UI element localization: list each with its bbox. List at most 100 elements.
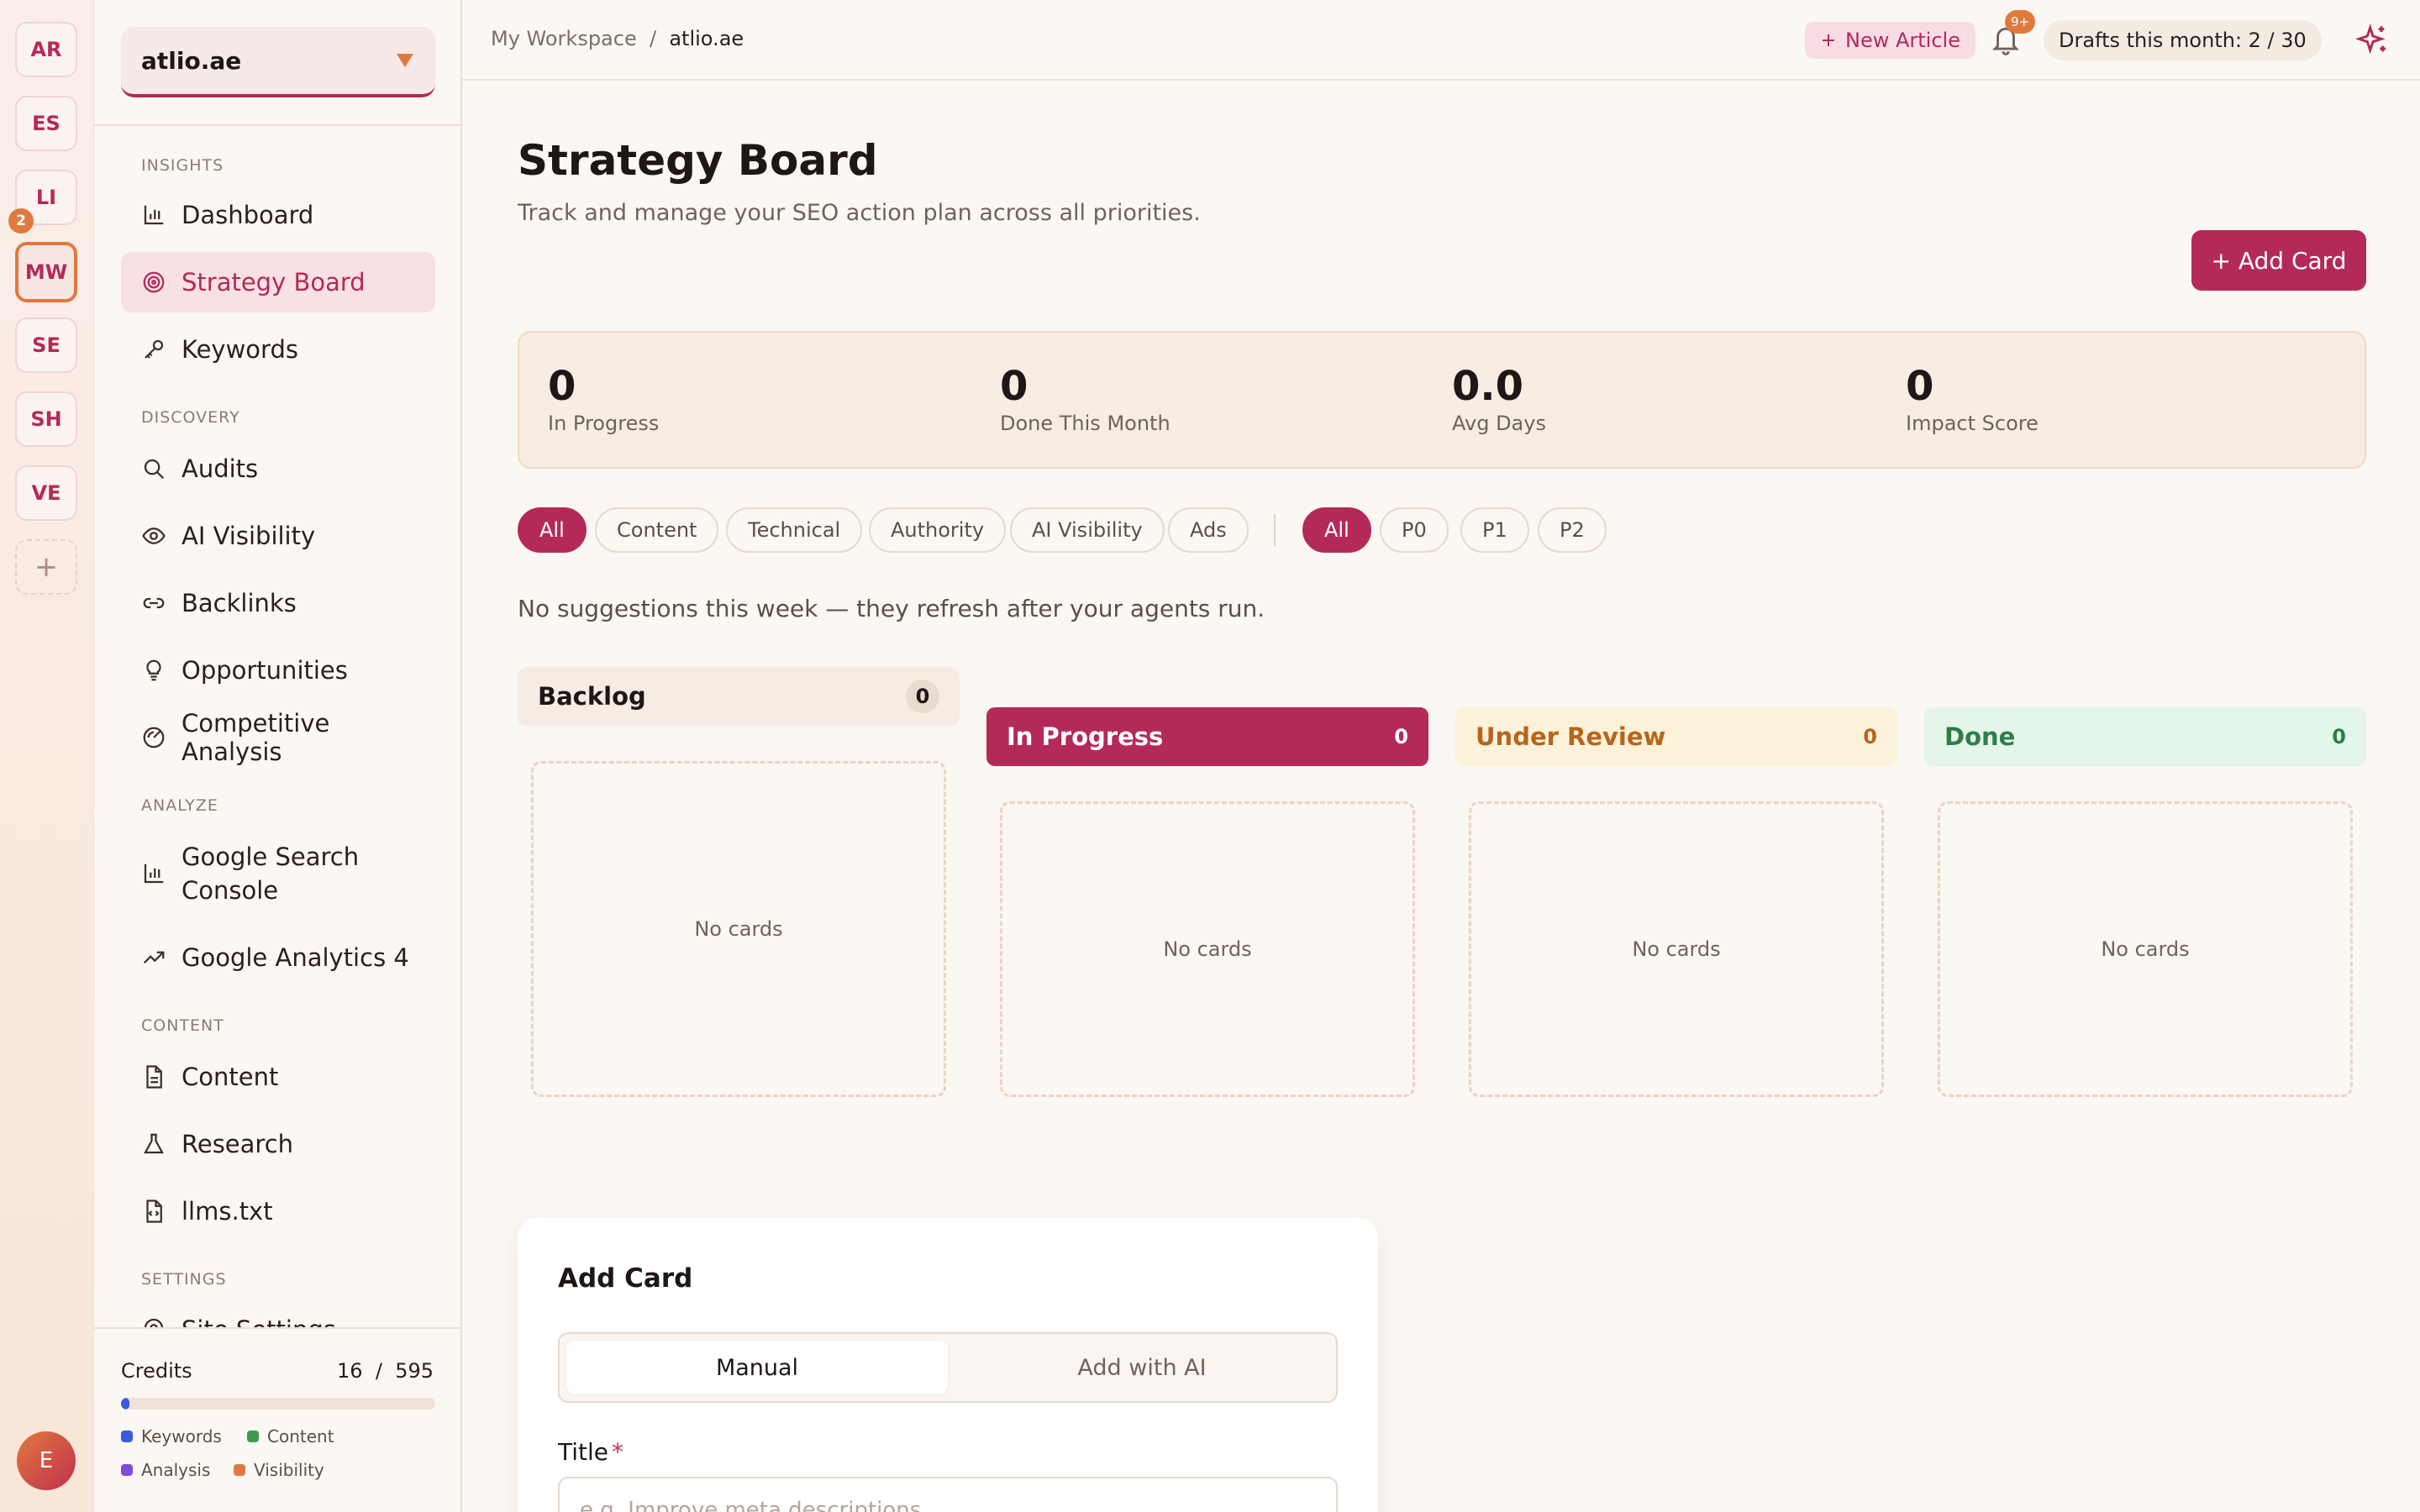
- column-header-done: Done 0: [1924, 707, 2366, 766]
- sidebar-item-label: Strategy Board: [182, 268, 366, 297]
- site-selector[interactable]: atlio.ae: [121, 27, 435, 97]
- filter-category-content[interactable]: Content: [595, 507, 719, 553]
- sidebar-item-label: Google Analytics 4: [182, 943, 409, 972]
- legend-visibility: Visibility: [234, 1460, 324, 1480]
- credits-panel: Credits 16 / 595 Keywords Content Analys…: [94, 1327, 460, 1512]
- sidebar-item-label: AI Visibility: [182, 522, 316, 550]
- stat-label: Done This Month: [1000, 412, 1171, 435]
- column-dropzone-under-review[interactable]: No cards: [1469, 801, 1884, 1097]
- legend-label: Analysis: [141, 1460, 211, 1480]
- add-card-button[interactable]: + Add Card: [2191, 230, 2366, 291]
- filter-priority-all[interactable]: All: [1302, 507, 1371, 553]
- credits-separator: /: [375, 1359, 382, 1383]
- target-icon: [143, 271, 165, 293]
- section-settings: SETTINGS: [141, 1270, 227, 1289]
- filter-priority-p2[interactable]: P2: [1538, 507, 1607, 553]
- breadcrumb: My Workspace / atlio.ae: [491, 27, 744, 50]
- sidebar-item-opportunities[interactable]: Opportunities: [121, 640, 435, 701]
- workspace-es[interactable]: ES: [15, 96, 77, 151]
- required-marker: *: [612, 1438, 624, 1466]
- sidebar-item-label: Google Search Console: [182, 840, 359, 907]
- breadcrumb-root[interactable]: My Workspace: [491, 27, 637, 50]
- sidebar-item-ai-visibility[interactable]: AI Visibility: [121, 506, 435, 566]
- section-discovery: DISCOVERY: [141, 408, 240, 427]
- legend-label: Keywords: [141, 1426, 222, 1446]
- sidebar-item-site-settings[interactable]: Site Settings: [121, 1299, 435, 1327]
- tab-add-with-ai[interactable]: Add with AI: [951, 1341, 1333, 1394]
- filter-priority-p0[interactable]: P0: [1380, 507, 1449, 553]
- breadcrumb-separator: /: [649, 27, 657, 50]
- stat-label: Avg Days: [1452, 412, 1546, 435]
- filter-priority-p1[interactable]: P1: [1460, 507, 1529, 553]
- sparkles-icon[interactable]: [2356, 24, 2390, 57]
- workspace-se[interactable]: SE: [15, 318, 77, 373]
- column-title: Under Review: [1476, 722, 1666, 751]
- sidebar-item-dashboard[interactable]: Dashboard: [121, 185, 435, 245]
- new-article-button[interactable]: New Article: [1805, 22, 1975, 59]
- gsc-label-line2: Console: [182, 876, 279, 905]
- sidebar-item-label: Content: [182, 1063, 279, 1091]
- sidebar-item-research[interactable]: Research: [121, 1114, 435, 1174]
- column-dropzone-done[interactable]: No cards: [1938, 801, 2353, 1097]
- sidebar-item-strategy-board[interactable]: Strategy Board: [121, 252, 435, 312]
- gear-icon: [144, 1318, 164, 1327]
- column-dropzone-backlog[interactable]: No cards: [531, 761, 946, 1097]
- column-count: 0: [1394, 725, 1408, 748]
- legend-content: Content: [247, 1426, 334, 1446]
- column-title: Done: [1944, 722, 2016, 751]
- sidebar-item-label: Audits: [182, 454, 259, 483]
- workspace-rail: AR ES LI MW 2 SE SH VE + E: [0, 0, 94, 1512]
- eye-icon: [142, 528, 166, 544]
- page-subtitle: Track and manage your SEO action plan ac…: [518, 200, 1201, 226]
- section-content: CONTENT: [141, 1016, 224, 1035]
- plus-icon: [1823, 34, 1834, 46]
- legend-label: Content: [267, 1426, 334, 1446]
- column-count: 0: [2332, 725, 2346, 748]
- workspace-ar[interactable]: AR: [15, 22, 77, 77]
- filter-category-authority[interactable]: Authority: [869, 507, 1007, 553]
- sidebar-item-google-search-console[interactable]: Google Search Console: [121, 835, 435, 912]
- sidebar-item-google-analytics-4[interactable]: Google Analytics 4: [121, 927, 435, 988]
- column-dropzone-in-progress[interactable]: No cards: [1000, 801, 1415, 1097]
- tab-manual[interactable]: Manual: [566, 1341, 948, 1394]
- sidebar-item-audits[interactable]: Audits: [121, 438, 435, 499]
- sidebar-item-llms-txt[interactable]: llms.txt: [121, 1181, 435, 1242]
- credits-progress-fill: [121, 1398, 130, 1410]
- add-workspace-button[interactable]: +: [15, 539, 77, 595]
- credits-label: Credits: [121, 1359, 192, 1383]
- sidebar-item-competitive-analysis[interactable]: Competitive Analysis: [121, 707, 435, 768]
- stat-in-progress: 0 In Progress: [548, 363, 659, 435]
- sidebar-item-label: llms.txt: [182, 1197, 273, 1226]
- filter-category-all[interactable]: All: [518, 507, 587, 553]
- stat-label: In Progress: [548, 412, 660, 435]
- stat-label: Impact Score: [1906, 412, 2039, 435]
- sidebar-item-label: Competitive Analysis: [182, 709, 330, 766]
- sidebar-item-backlinks[interactable]: Backlinks: [121, 573, 435, 633]
- title-input[interactable]: [558, 1477, 1338, 1512]
- site-name: atlio.ae: [141, 46, 242, 75]
- workspace-sh[interactable]: SH: [15, 391, 77, 447]
- triangle-down-icon: [397, 54, 413, 67]
- workspace-mw[interactable]: MW: [15, 242, 77, 302]
- stats-panel: 0 In Progress 0 Done This Month 0.0 Avg Day…: [518, 331, 2366, 469]
- link-icon: [143, 597, 165, 609]
- title-label-text: Title: [558, 1438, 609, 1466]
- drafts-counter: Drafts this month: 2 / 30: [2044, 20, 2322, 60]
- sidebar: atlio.ae INSIGHTS Dashboard Strategy Boa…: [94, 0, 462, 1512]
- bar-chart-icon: [144, 864, 164, 884]
- filter-category-ads[interactable]: Ads: [1168, 507, 1249, 553]
- stat-value: 0: [1906, 363, 1934, 410]
- filter-category-technical[interactable]: Technical: [726, 507, 863, 553]
- form-title: Add Card: [558, 1263, 693, 1294]
- search-icon: [144, 459, 165, 480]
- stat-avg-days: 0.0 Avg Days: [1452, 363, 1546, 435]
- sidebar-item-content[interactable]: Content: [121, 1047, 435, 1107]
- workspace-notification-badge: 2: [8, 208, 34, 234]
- filter-category-ai-visibility[interactable]: AI Visibility: [1010, 507, 1165, 553]
- notifications-badge: 9+: [2005, 10, 2035, 34]
- user-avatar[interactable]: E: [17, 1431, 76, 1490]
- sidebar-item-label: Research: [182, 1130, 294, 1158]
- sidebar-item-keywords[interactable]: Keywords: [121, 319, 435, 380]
- workspace-ve[interactable]: VE: [15, 465, 77, 521]
- divider: [94, 124, 460, 126]
